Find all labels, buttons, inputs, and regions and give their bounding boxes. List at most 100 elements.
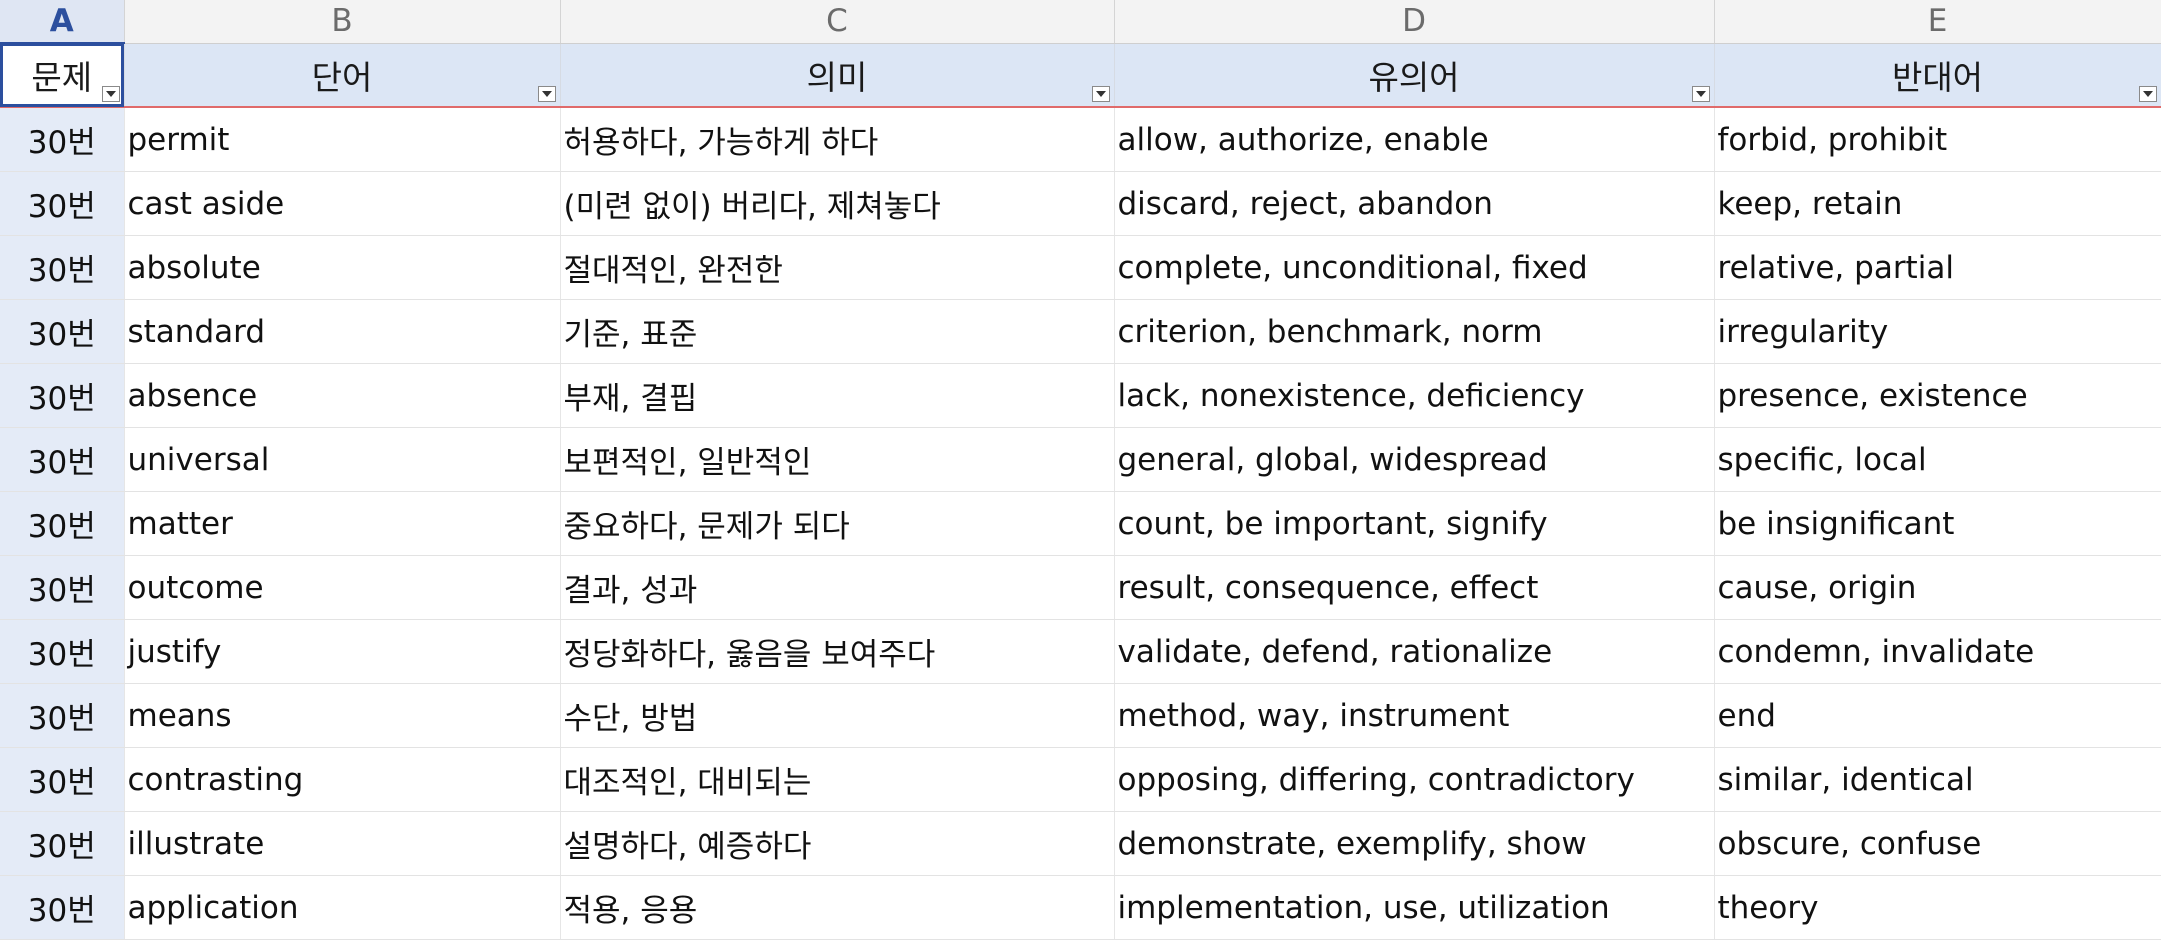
antonyms-cell[interactable]: relative, partial <box>1714 235 2161 300</box>
column-header-a[interactable]: A <box>0 0 125 44</box>
header-cell-antonyms[interactable]: 반대어 <box>1714 43 2161 108</box>
column-header-d[interactable]: D <box>1114 0 1715 44</box>
header-label-synonyms: 유의어 <box>1368 57 1460 97</box>
problem-cell[interactable]: 30번 <box>0 683 125 748</box>
synonyms-cell[interactable]: validate, defend, rationalize <box>1114 619 1715 684</box>
problem-cell[interactable]: 30번 <box>0 235 125 300</box>
word-cell[interactable]: absence <box>124 363 561 428</box>
antonyms-cell[interactable]: cause, origin <box>1714 555 2161 620</box>
vocabulary-table: A B C D E 문제 단어 의미 유의어 반대어 30번 permit 허용… <box>0 0 2161 940</box>
antonyms-cell[interactable]: forbid, prohibit <box>1714 107 2161 172</box>
synonyms-cell[interactable]: complete, unconditional, fixed <box>1114 235 1715 300</box>
synonyms-cell[interactable]: criterion, benchmark, norm <box>1114 299 1715 364</box>
table-row: 30번 cast aside (미련 없이) 버리다, 제쳐놓다 discard, r… <box>0 171 2161 236</box>
antonyms-cell[interactable]: similar, identical <box>1714 747 2161 812</box>
filter-dropdown-icon[interactable] <box>101 86 120 102</box>
header-cell-meaning[interactable]: 의미 <box>560 43 1115 108</box>
antonyms-cell[interactable]: presence, existence <box>1714 363 2161 428</box>
header-label-word: 단어 <box>311 57 373 97</box>
synonyms-cell[interactable]: opposing, differing, contradictory <box>1114 747 1715 812</box>
column-header-row: A B C D E <box>0 0 2161 44</box>
problem-cell[interactable]: 30번 <box>0 491 125 556</box>
meaning-cell[interactable]: 적용, 응용 <box>560 875 1115 940</box>
word-cell[interactable]: contrasting <box>124 747 561 812</box>
header-label-meaning: 의미 <box>806 57 868 97</box>
problem-cell[interactable]: 30번 <box>0 811 125 876</box>
word-cell[interactable]: matter <box>124 491 561 556</box>
word-cell[interactable]: universal <box>124 427 561 492</box>
table-row: 30번 absence 부재, 결핍 lack, nonexistence, defi… <box>0 363 2161 428</box>
word-cell[interactable]: absolute <box>124 235 561 300</box>
table-header-row: 문제 단어 의미 유의어 반대어 <box>0 43 2161 108</box>
table-row: 30번 means 수단, 방법 method, way, instrument end <box>0 683 2161 748</box>
word-cell[interactable]: illustrate <box>124 811 561 876</box>
table-row: 30번 justify 정당화하다, 옳음을 보여주다 validate, defen… <box>0 619 2161 684</box>
antonyms-cell[interactable]: specific, local <box>1714 427 2161 492</box>
meaning-cell[interactable]: 기준, 표준 <box>560 299 1115 364</box>
header-label-antonyms: 반대어 <box>1891 57 1984 97</box>
table-row: 30번 application 적용, 응용 implementation, use,… <box>0 875 2161 940</box>
synonyms-cell[interactable]: lack, nonexistence, deficiency <box>1114 363 1715 428</box>
problem-cell[interactable]: 30번 <box>0 299 125 364</box>
meaning-cell[interactable]: 허용하다, 가능하게 하다 <box>560 107 1115 172</box>
problem-cell[interactable]: 30번 <box>0 107 125 172</box>
filter-dropdown-icon[interactable] <box>1691 86 1710 102</box>
table-row: 30번 standard 기준, 표준 criterion, benchmark, n… <box>0 299 2161 364</box>
filter-dropdown-icon[interactable] <box>2138 86 2157 102</box>
filter-dropdown-icon[interactable] <box>537 86 556 102</box>
header-cell-synonyms[interactable]: 유의어 <box>1114 43 1715 108</box>
table-row: 30번 contrasting 대조적인, 대비되는 opposing, differ… <box>0 747 2161 812</box>
synonyms-cell[interactable]: count, be important, signify <box>1114 491 1715 556</box>
problem-cell[interactable]: 30번 <box>0 171 125 236</box>
meaning-cell[interactable]: 수단, 방법 <box>560 683 1115 748</box>
header-cell-problem[interactable]: 문제 <box>0 43 125 108</box>
table-row: 30번 illustrate 설명하다, 예증하다 demonstrate, exem… <box>0 811 2161 876</box>
word-cell[interactable]: standard <box>124 299 561 364</box>
word-cell[interactable]: application <box>124 875 561 940</box>
table-row: 30번 universal 보편적인, 일반적인 general, global, w… <box>0 427 2161 492</box>
synonyms-cell[interactable]: method, way, instrument <box>1114 683 1715 748</box>
problem-cell[interactable]: 30번 <box>0 875 125 940</box>
problem-cell[interactable]: 30번 <box>0 427 125 492</box>
problem-cell[interactable]: 30번 <box>0 747 125 812</box>
column-header-b[interactable]: B <box>124 0 561 44</box>
antonyms-cell[interactable]: keep, retain <box>1714 171 2161 236</box>
meaning-cell[interactable]: (미련 없이) 버리다, 제쳐놓다 <box>560 171 1115 236</box>
header-cell-word[interactable]: 단어 <box>124 43 561 108</box>
column-header-c[interactable]: C <box>560 0 1115 44</box>
problem-cell[interactable]: 30번 <box>0 363 125 428</box>
synonyms-cell[interactable]: implementation, use, utilization <box>1114 875 1715 940</box>
meaning-cell[interactable]: 결과, 성과 <box>560 555 1115 620</box>
antonyms-cell[interactable]: end <box>1714 683 2161 748</box>
antonyms-cell[interactable]: be insignificant <box>1714 491 2161 556</box>
synonyms-cell[interactable]: discard, reject, abandon <box>1114 171 1715 236</box>
meaning-cell[interactable]: 보편적인, 일반적인 <box>560 427 1115 492</box>
synonyms-cell[interactable]: result, consequence, effect <box>1114 555 1715 620</box>
table-row: 30번 matter 중요하다, 문제가 되다 count, be important… <box>0 491 2161 556</box>
spreadsheet-grid: A B C D E 문제 단어 의미 유의어 반대어 30번 permit 허용… <box>0 0 2161 942</box>
table-row: 30번 permit 허용하다, 가능하게 하다 allow, authorize, … <box>0 107 2161 172</box>
meaning-cell[interactable]: 부재, 결핍 <box>560 363 1115 428</box>
antonyms-cell[interactable]: irregularity <box>1714 299 2161 364</box>
table-row: 30번 outcome 결과, 성과 result, consequence, eff… <box>0 555 2161 620</box>
antonyms-cell[interactable]: condemn, invalidate <box>1714 619 2161 684</box>
antonyms-cell[interactable]: obscure, confuse <box>1714 811 2161 876</box>
synonyms-cell[interactable]: demonstrate, exemplify, show <box>1114 811 1715 876</box>
meaning-cell[interactable]: 설명하다, 예증하다 <box>560 811 1115 876</box>
column-header-e[interactable]: E <box>1714 0 2161 44</box>
meaning-cell[interactable]: 대조적인, 대비되는 <box>560 747 1115 812</box>
word-cell[interactable]: means <box>124 683 561 748</box>
synonyms-cell[interactable]: allow, authorize, enable <box>1114 107 1715 172</box>
filter-dropdown-icon[interactable] <box>1091 86 1110 102</box>
word-cell[interactable]: justify <box>124 619 561 684</box>
antonyms-cell[interactable]: theory <box>1714 875 2161 940</box>
word-cell[interactable]: outcome <box>124 555 561 620</box>
word-cell[interactable]: cast aside <box>124 171 561 236</box>
problem-cell[interactable]: 30번 <box>0 555 125 620</box>
word-cell[interactable]: permit <box>124 107 561 172</box>
synonyms-cell[interactable]: general, global, widespread <box>1114 427 1715 492</box>
meaning-cell[interactable]: 중요하다, 문제가 되다 <box>560 491 1115 556</box>
meaning-cell[interactable]: 정당화하다, 옳음을 보여주다 <box>560 619 1115 684</box>
meaning-cell[interactable]: 절대적인, 완전한 <box>560 235 1115 300</box>
problem-cell[interactable]: 30번 <box>0 619 125 684</box>
